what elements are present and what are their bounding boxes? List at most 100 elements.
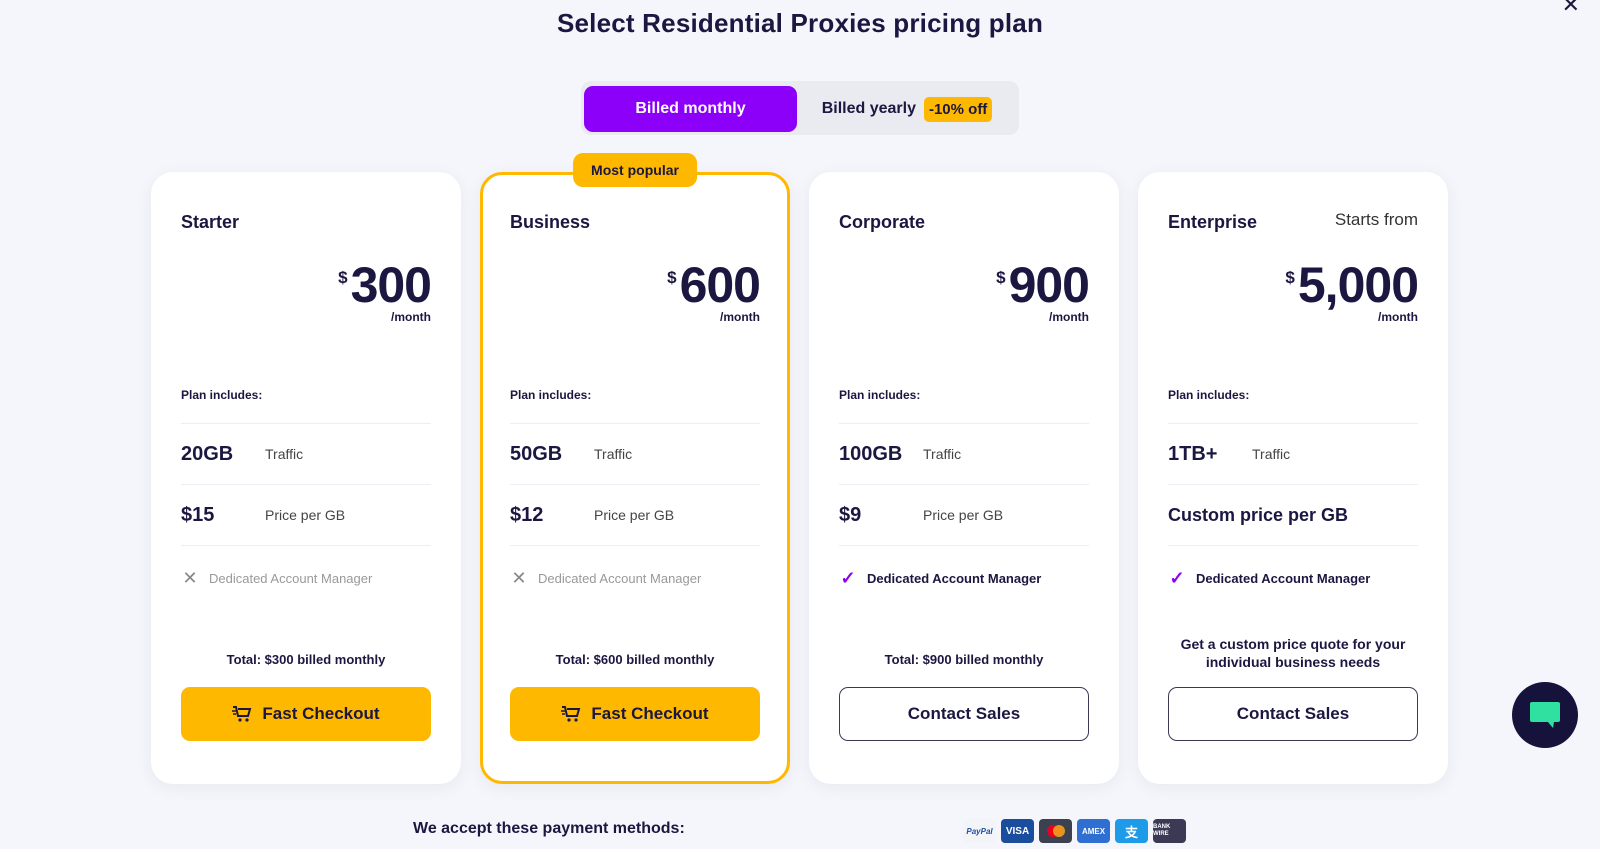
contact-sales-button[interactable]: Contact Sales	[1168, 687, 1418, 741]
traffic-label: Traffic	[923, 446, 962, 462]
plan-card-enterprise: Enterprise Starts from $ 5,000 /month Pl…	[1138, 172, 1448, 784]
plan-price: $ 300	[338, 257, 432, 313]
price-per-gb-label: Price per GB	[923, 507, 1004, 523]
payment-methods-label: We accept these payment methods:	[413, 820, 685, 837]
traffic-row: 50GB Traffic	[510, 423, 760, 484]
price-period: /month	[391, 310, 431, 324]
account-manager-feature: ✕ Dedicated Account Manager	[181, 568, 372, 589]
plan-name: Business	[510, 212, 591, 232]
paypal-icon: PayPal	[963, 819, 996, 843]
account-manager-label: Dedicated Account Manager	[538, 571, 702, 586]
contact-sales-label: Contact Sales	[907, 704, 1021, 723]
x-icon: ✕	[511, 568, 527, 588]
price-period: /month	[720, 310, 760, 324]
account-manager-label: Dedicated Account Manager	[209, 571, 373, 586]
cart-icon	[232, 706, 252, 722]
fast-checkout-label: Fast Checkout	[591, 704, 709, 723]
billed-yearly-label: Billed yearly	[821, 100, 916, 117]
price-per-gb-value: $15	[181, 503, 215, 526]
contact-sales-button[interactable]: Contact Sales	[839, 687, 1089, 741]
mastercard-icon	[1039, 819, 1072, 843]
account-manager-feature: ✕ Dedicated Account Manager	[510, 568, 701, 589]
contact-sales-label: Contact Sales	[1236, 704, 1350, 723]
billed-yearly-tab[interactable]: Billed yearly -10% off	[801, 86, 1013, 132]
plan-card-corporate: Corporate $ 900 /month Plan includes: 10…	[809, 172, 1119, 784]
alipay-icon: 支	[1115, 819, 1148, 843]
traffic-row: 1TB+ Traffic	[1168, 423, 1418, 484]
currency-symbol: $	[996, 268, 1006, 287]
plan-name: Starter	[181, 212, 240, 232]
traffic-row: 20GB Traffic	[181, 423, 431, 484]
total-billed: Total: $600 billed monthly	[555, 652, 715, 667]
price-per-gb-row: $15 Price per GB	[181, 484, 431, 545]
traffic-value: 1TB+	[1168, 442, 1218, 465]
price-per-gb-row: Custom price per GB	[1168, 484, 1418, 545]
chat-bubble-icon	[1530, 702, 1560, 728]
price-per-gb-label: Price per GB	[594, 507, 675, 523]
price-amount: 900	[1008, 257, 1090, 313]
checkmark-icon: ✓	[840, 568, 856, 588]
payment-methods: PayPal VISA AMEX 支 BANK WIRE	[963, 819, 1186, 843]
price-period: /month	[1378, 310, 1418, 324]
custom-price-per-gb: Custom price per GB	[1168, 504, 1349, 525]
currency-symbol: $	[338, 268, 348, 287]
currency-symbol: $	[1285, 268, 1295, 287]
account-manager-label: Dedicated Account Manager	[1196, 571, 1371, 586]
plan-includes-label: Plan includes:	[181, 388, 263, 402]
price-per-gb-value: $12	[510, 503, 544, 526]
divider	[181, 545, 431, 546]
price-per-gb-label: Price per GB	[265, 507, 346, 523]
plan-includes-label: Plan includes:	[1168, 388, 1250, 402]
fast-checkout-label: Fast Checkout	[262, 704, 380, 723]
fast-checkout-button[interactable]: Fast Checkout	[510, 687, 760, 741]
cart-icon	[561, 706, 581, 722]
page-title: Select Residential Proxies pricing plan	[556, 8, 1044, 38]
traffic-label: Traffic	[265, 446, 304, 462]
price-amount: 300	[350, 257, 432, 313]
close-icon[interactable]: ✕	[1562, 0, 1580, 18]
plan-includes-label: Plan includes:	[510, 388, 592, 402]
price-per-gb-row: $12 Price per GB	[510, 484, 760, 545]
plan-name: Enterprise	[1168, 212, 1258, 232]
plan-name: Corporate	[839, 212, 926, 232]
traffic-label: Traffic	[594, 446, 633, 462]
traffic-value: 20GB	[181, 442, 234, 465]
divider	[510, 545, 760, 546]
bank-wire-icon: BANK WIRE	[1153, 819, 1186, 843]
plan-price: $ 5,000	[1285, 257, 1419, 313]
plan-card-starter: Starter $ 300 /month Plan includes: 20GB…	[151, 172, 461, 784]
chat-widget-button[interactable]	[1512, 682, 1578, 748]
fast-checkout-button[interactable]: Fast Checkout	[181, 687, 431, 741]
discount-badge: -10% off	[923, 96, 993, 122]
traffic-value: 100GB	[839, 442, 903, 465]
checkmark-icon: ✓	[1169, 568, 1185, 588]
billed-monthly-label: Billed monthly	[635, 100, 746, 117]
plan-card-business: Most popular Business $ 600 /month Plan …	[480, 153, 790, 784]
billing-toggle: Billed monthly Billed yearly -10% off	[581, 81, 1019, 135]
price-period: /month	[1049, 310, 1089, 324]
traffic-label: Traffic	[1252, 446, 1291, 462]
visa-icon: VISA	[1001, 819, 1034, 843]
billed-monthly-tab[interactable]: Billed monthly	[584, 86, 797, 132]
total-billed: Total: $300 billed monthly	[226, 652, 386, 667]
price-per-gb-value: $9	[839, 503, 862, 526]
custom-quote-text: Get a custom price quote for your indivi…	[1180, 636, 1406, 670]
amex-icon: AMEX	[1077, 819, 1110, 843]
divider	[1168, 545, 1418, 546]
x-icon: ✕	[182, 568, 198, 588]
plan-includes-label: Plan includes:	[839, 388, 921, 402]
starts-from-label: Starts from	[1334, 210, 1418, 229]
account-manager-feature: ✓ Dedicated Account Manager	[839, 568, 1041, 589]
total-billed: Total: $900 billed monthly	[884, 652, 1044, 667]
divider	[839, 545, 1089, 546]
price-amount: 5,000	[1297, 257, 1419, 313]
price-amount: 600	[679, 257, 761, 313]
traffic-value: 50GB	[510, 442, 563, 465]
currency-symbol: $	[667, 268, 677, 287]
account-manager-feature: ✓ Dedicated Account Manager	[1168, 568, 1370, 589]
account-manager-label: Dedicated Account Manager	[867, 571, 1042, 586]
price-per-gb-row: $9 Price per GB	[839, 484, 1089, 545]
traffic-row: 100GB Traffic	[839, 423, 1089, 484]
plan-price: $ 600	[667, 257, 761, 313]
plan-price: $ 900	[996, 257, 1090, 313]
